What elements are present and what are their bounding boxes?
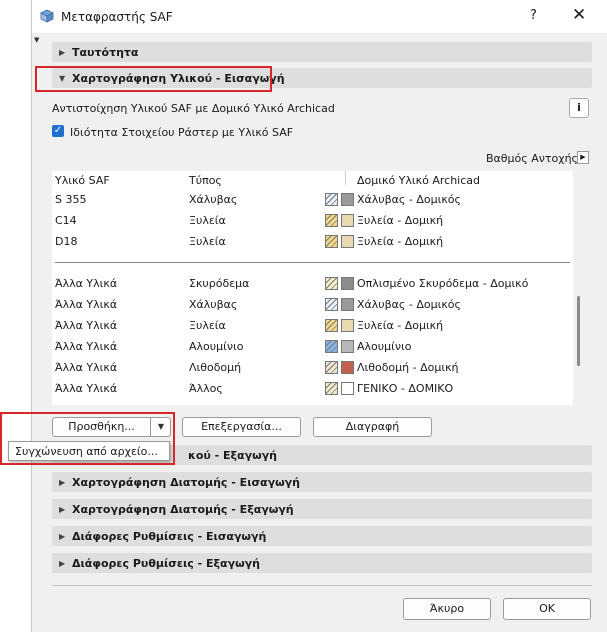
fill-swatch-icon: [325, 193, 338, 206]
section-label: Διάφορες Ρυθμίσεις - Εισαγωγή: [72, 530, 267, 543]
archicad-material-cell[interactable]: Χάλυβας - Δομικός: [357, 193, 461, 206]
section-misc-export[interactable]: ▶ Διάφορες Ρυθμίσεις - Εξαγωγή: [52, 553, 592, 573]
table-row[interactable]: Άλλα Υλικά Άλλος ΓΕΝΙΚΟ - ΔΟΜΙΚΟ: [52, 379, 573, 400]
edit-button[interactable]: Επεξεργασία...: [182, 417, 301, 437]
material-type-cell: Ξυλεία: [189, 319, 226, 332]
highlight-box: [0, 412, 175, 465]
material-type-cell: Ξυλεία: [189, 235, 226, 248]
info-button[interactable]: i: [569, 98, 589, 118]
delete-button[interactable]: Διαγραφή: [313, 417, 432, 437]
mapping-description: Αντιστοίχηση Υλικού SAF με Δομικό Υλικό …: [52, 102, 335, 115]
saf-material-cell: D18: [55, 235, 78, 248]
fill-swatch-icon: [325, 235, 338, 248]
section-profile-import[interactable]: ▶ Χαρτογράφηση Διατομής - Εισαγωγή: [52, 472, 592, 492]
section-misc-import[interactable]: ▶ Διάφορες Ρυθμίσεις - Εισαγωγή: [52, 526, 592, 546]
table-row[interactable]: Άλλα Υλικά Αλουμίνιο Αλουμίνιο: [52, 337, 573, 358]
material-type-cell: Χάλυβας: [189, 298, 238, 311]
surface-swatch-icon: [341, 340, 354, 353]
saf-material-cell: Άλλα Υλικά: [55, 382, 118, 395]
table-row[interactable]: Άλλα Υλικά Ξυλεία Ξυλεία - Δομική: [52, 316, 573, 337]
surface-swatch-icon: [341, 361, 354, 374]
saf-material-cell: Άλλα Υλικά: [55, 340, 118, 353]
material-type-cell: Σκυρόδεμα: [189, 277, 250, 290]
fill-swatch-icon: [325, 319, 338, 332]
table-separator: [55, 262, 570, 263]
saf-material-cell: Άλλα Υλικά: [55, 319, 118, 332]
section-identity[interactable]: ▶ Ταυτότητα: [52, 42, 592, 62]
material-type-cell: Άλλος: [189, 382, 223, 395]
surface-swatch-icon: [341, 277, 354, 290]
surface-swatch-icon: [341, 235, 354, 248]
surface-swatch-icon: [341, 298, 354, 311]
footer-divider: [52, 585, 592, 586]
column-header-type: Τύπος: [189, 174, 222, 187]
section-label: Χαρτογράφηση Διατομής - Εισαγωγή: [72, 476, 300, 489]
surface-swatch-icon: [341, 193, 354, 206]
material-type-cell: Λιθοδομή: [189, 361, 242, 374]
archicad-material-cell[interactable]: Οπλισμένο Σκυρόδεμα - Δομικό: [357, 277, 528, 290]
section-label: Ταυτότητα: [72, 46, 139, 59]
ok-button[interactable]: ΟΚ: [503, 598, 591, 620]
section-label: Διάφορες Ρυθμίσεις - Εξαγωγή: [72, 557, 260, 570]
cancel-button[interactable]: Άκυρο: [403, 598, 491, 620]
expand-arrow-icon: ▶: [59, 532, 66, 541]
table-row[interactable]: Άλλα Υλικά Λιθοδομή Λιθοδομή - Δομική: [52, 358, 573, 379]
fill-swatch-icon: [325, 361, 338, 374]
column-header-archicad: Δομικό Υλικό Archicad: [357, 174, 480, 187]
panel-caret-icon: ▼: [34, 36, 40, 44]
saf-material-cell: C14: [55, 214, 77, 227]
surface-swatch-icon: [341, 214, 354, 227]
archicad-material-cell[interactable]: ΓΕΝΙΚΟ - ΔΟΜΙΚΟ: [357, 382, 453, 395]
section-label: Χαρτογράφηση Διατομής - Εξαγωγή: [72, 503, 294, 516]
table-row[interactable]: S 355 Χάλυβας Χάλυβας - Δομικός: [52, 190, 573, 211]
help-button[interactable]: ?: [530, 8, 537, 23]
close-icon[interactable]: ✕: [572, 5, 586, 25]
table-scrollbar[interactable]: [573, 171, 585, 405]
archicad-material-cell[interactable]: Λιθοδομή - Δομική: [357, 361, 459, 374]
title-bar: Μεταφραστής SAF ? ✕: [32, 0, 607, 33]
saf-material-cell: S 355: [55, 193, 87, 206]
archicad-material-cell[interactable]: Ξυλεία - Δομική: [357, 214, 443, 227]
expand-arrow-icon: ▶: [59, 559, 66, 568]
raster-property-label: Ιδιότητα Στοιχείου Ράστερ με Υλικό SAF: [70, 126, 294, 139]
expand-arrow-icon: ▶: [59, 478, 66, 487]
expand-arrow-icon: ▶: [59, 48, 66, 57]
table-row[interactable]: C14 Ξυλεία Ξυλεία - Δομική: [52, 211, 573, 232]
column-header-saf: Υλικό SAF: [55, 174, 110, 187]
archicad-material-cell[interactable]: Χάλυβας - Δομικός: [357, 298, 461, 311]
material-type-cell: Αλουμίνιο: [189, 340, 244, 353]
strength-grade-label: Βαθμός Αντοχής: [486, 152, 579, 165]
table-row[interactable]: Άλλα Υλικά Σκυρόδεμα Οπλισμένο Σκυρόδεμα -…: [52, 274, 573, 295]
window-title: Μεταφραστής SAF: [61, 10, 173, 24]
strength-grade-toggle-button[interactable]: ▶: [577, 151, 589, 164]
section-profile-export[interactable]: ▶ Χαρτογράφηση Διατομής - Εξαγωγή: [52, 499, 592, 519]
material-mapping-table: Υλικό SAF Τύπος Δομικό Υλικό Archicad S …: [52, 171, 573, 405]
material-type-cell: Ξυλεία: [189, 214, 226, 227]
saf-material-cell: Άλλα Υλικά: [55, 277, 118, 290]
table-row[interactable]: Άλλα Υλικά Χάλυβας Χάλυβας - Δομικός: [52, 295, 573, 316]
section-label: κού - Εξαγωγή: [188, 449, 277, 462]
fill-swatch-icon: [325, 214, 338, 227]
fill-swatch-icon: [325, 382, 338, 395]
saf-material-cell: Άλλα Υλικά: [55, 361, 118, 374]
fill-swatch-icon: [325, 340, 338, 353]
column-divider: [345, 171, 346, 185]
highlight-box: [35, 66, 272, 92]
archicad-material-cell[interactable]: Ξυλεία - Δομική: [357, 319, 443, 332]
saf-material-cell: Άλλα Υλικά: [55, 298, 118, 311]
surface-swatch-icon: [341, 382, 354, 395]
material-type-cell: Χάλυβας: [189, 193, 238, 206]
saf-translator-dialog: Μεταφραστής SAF ? ✕ ▼ ▶ Ταυτότητα ▼ Χαρτ…: [31, 0, 607, 632]
surface-swatch-icon: [341, 319, 354, 332]
fill-swatch-icon: [325, 298, 338, 311]
archicad-material-cell[interactable]: Ξυλεία - Δομική: [357, 235, 443, 248]
table-row[interactable]: D18 Ξυλεία Ξυλεία - Δομική: [52, 232, 573, 253]
raster-property-checkbox[interactable]: ✓: [52, 125, 64, 137]
scrollbar-thumb[interactable]: [577, 296, 580, 366]
archicad-material-cell[interactable]: Αλουμίνιο: [357, 340, 411, 353]
archicad-app-icon: [40, 9, 54, 23]
expand-arrow-icon: ▶: [59, 505, 66, 514]
fill-swatch-icon: [325, 277, 338, 290]
